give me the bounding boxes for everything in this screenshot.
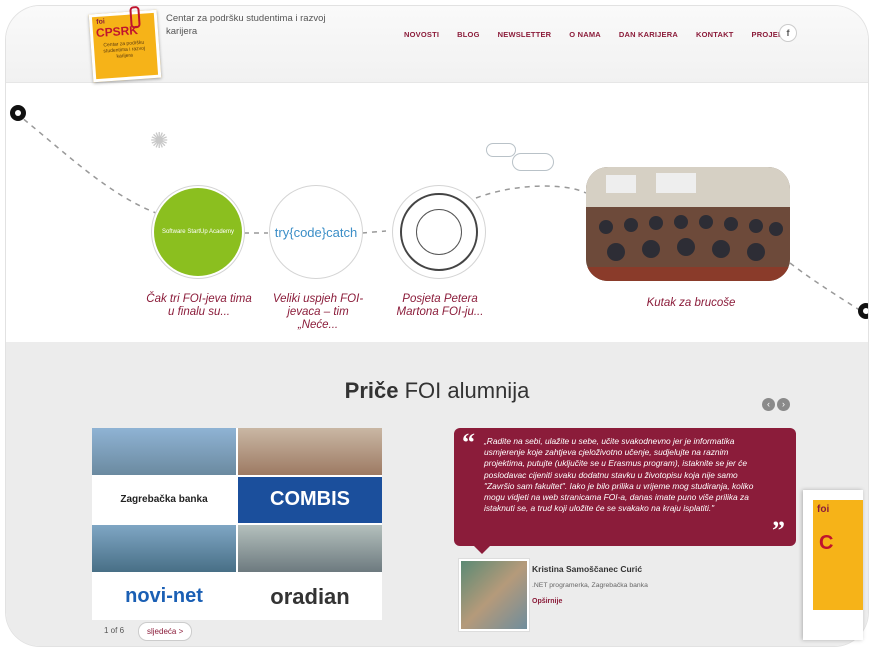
caption-marton[interactable]: Posjeta Petera Martona FOI-ju... — [388, 293, 492, 319]
floating-logo-card[interactable]: foi C — [803, 490, 863, 640]
cloud-icon — [512, 153, 554, 171]
news-item-brucosi-photo[interactable] — [586, 167, 790, 281]
combis-logo: COMBIS — [238, 476, 382, 523]
prev-arrow-icon[interactable]: ‹ — [762, 398, 775, 411]
cpsrk-logo[interactable]: foi CPSRK Centar za podršku studentima i… — [88, 6, 162, 83]
news-item-startup[interactable]: Software StartUp Academy — [154, 188, 242, 276]
alumni-name: Kristina Samoščanec Curić — [532, 564, 643, 574]
caption-trycatch[interactable]: Veliki uspjeh FOI-jevaca – tim „Neće... — [268, 293, 368, 332]
lecture-hall-image — [586, 167, 790, 281]
title-rest: FOI alumnija — [398, 378, 530, 403]
thumb-foi: foi — [817, 504, 830, 515]
read-more-link[interactable]: Opširnije — [532, 598, 562, 605]
caption-brucosi[interactable]: Kutak za brucoše — [606, 297, 776, 310]
zaba-logo: Zagrebačka banka — [92, 476, 236, 523]
logo-subtitle: Centar za podršku studentima i razvoj ka… — [103, 39, 146, 60]
alumni-collage: Zagrebačka banka COMBIS novi-net oradian — [92, 428, 382, 620]
close-quote-icon: ” — [772, 516, 785, 545]
page-frame: foi CPSRK Centar za podršku studentima i… — [6, 6, 868, 646]
nav-kontakt[interactable]: KONTAKT — [696, 30, 734, 39]
end-pin-icon — [858, 303, 868, 319]
news-timeline: ✺ Software StartUp Academy try{code}catc… — [6, 83, 868, 343]
logo-name: CPSRK — [95, 23, 139, 40]
alumni-quote: “ „Radite na sebi, ulažite u sebe, učite… — [454, 428, 796, 554]
startup-academy-logo: Software StartUp Academy — [161, 229, 235, 235]
title-bold: Priče — [344, 378, 399, 403]
oradian-logo: oradian — [238, 573, 382, 620]
cloud-icon — [486, 143, 516, 157]
carousel-arrows: ‹ › — [762, 398, 790, 411]
next-arrow-icon[interactable]: › — [777, 398, 790, 411]
pager-count: 1 of 6 — [104, 626, 125, 635]
nav-o-nama[interactable]: O NAMA — [569, 30, 601, 39]
open-quote-icon: “ — [462, 428, 475, 457]
section-title: Priče FOI alumnija — [6, 378, 868, 404]
next-page-button[interactable]: sljedeća > — [138, 622, 193, 641]
university-seal-icon — [400, 193, 478, 271]
caption-startup[interactable]: Čak tri FOI-jeva tima u finalu su... — [146, 293, 252, 319]
quote-text: „Radite na sebi, ulažite u sebe, učite s… — [484, 436, 754, 514]
alumni-photo — [92, 428, 236, 475]
alumni-section: Priče FOI alumnija ‹ › Zagrebačka banka … — [6, 342, 868, 646]
nav-blog[interactable]: BLOG — [457, 30, 479, 39]
sun-icon: ✺ — [150, 128, 169, 153]
nav-newsletter[interactable]: NEWSLETTER — [498, 30, 552, 39]
logo-thumbnail: foi C — [813, 500, 863, 610]
facebook-icon[interactable]: f — [779, 24, 797, 42]
nav-novosti[interactable]: NOVOSTI — [404, 30, 439, 39]
thumb-letter: C — [819, 532, 834, 554]
start-pin-icon — [10, 105, 26, 121]
main-nav: NOVOSTI BLOG NEWSLETTER O NAMA DAN KARIJ… — [404, 26, 806, 42]
news-item-marton[interactable] — [395, 188, 483, 276]
alumni-avatar — [458, 558, 530, 632]
nav-dan-karijera[interactable]: DAN KARIJERA — [619, 30, 678, 39]
site-header: foi CPSRK Centar za podršku studentima i… — [6, 6, 868, 83]
alumni-photo — [92, 525, 236, 572]
news-item-trycatch[interactable]: try{code}catch — [272, 188, 360, 276]
trycatch-logo: try{code}catch — [274, 224, 358, 240]
alumni-photo — [238, 525, 382, 572]
site-tagline: Centar za podršku studentima i razvoj ka… — [166, 13, 326, 37]
alumni-role: .NET programerka, Zagrebačka banka — [532, 582, 648, 589]
novinet-logo: novi-net — [92, 573, 236, 620]
alumni-photo — [238, 428, 382, 475]
